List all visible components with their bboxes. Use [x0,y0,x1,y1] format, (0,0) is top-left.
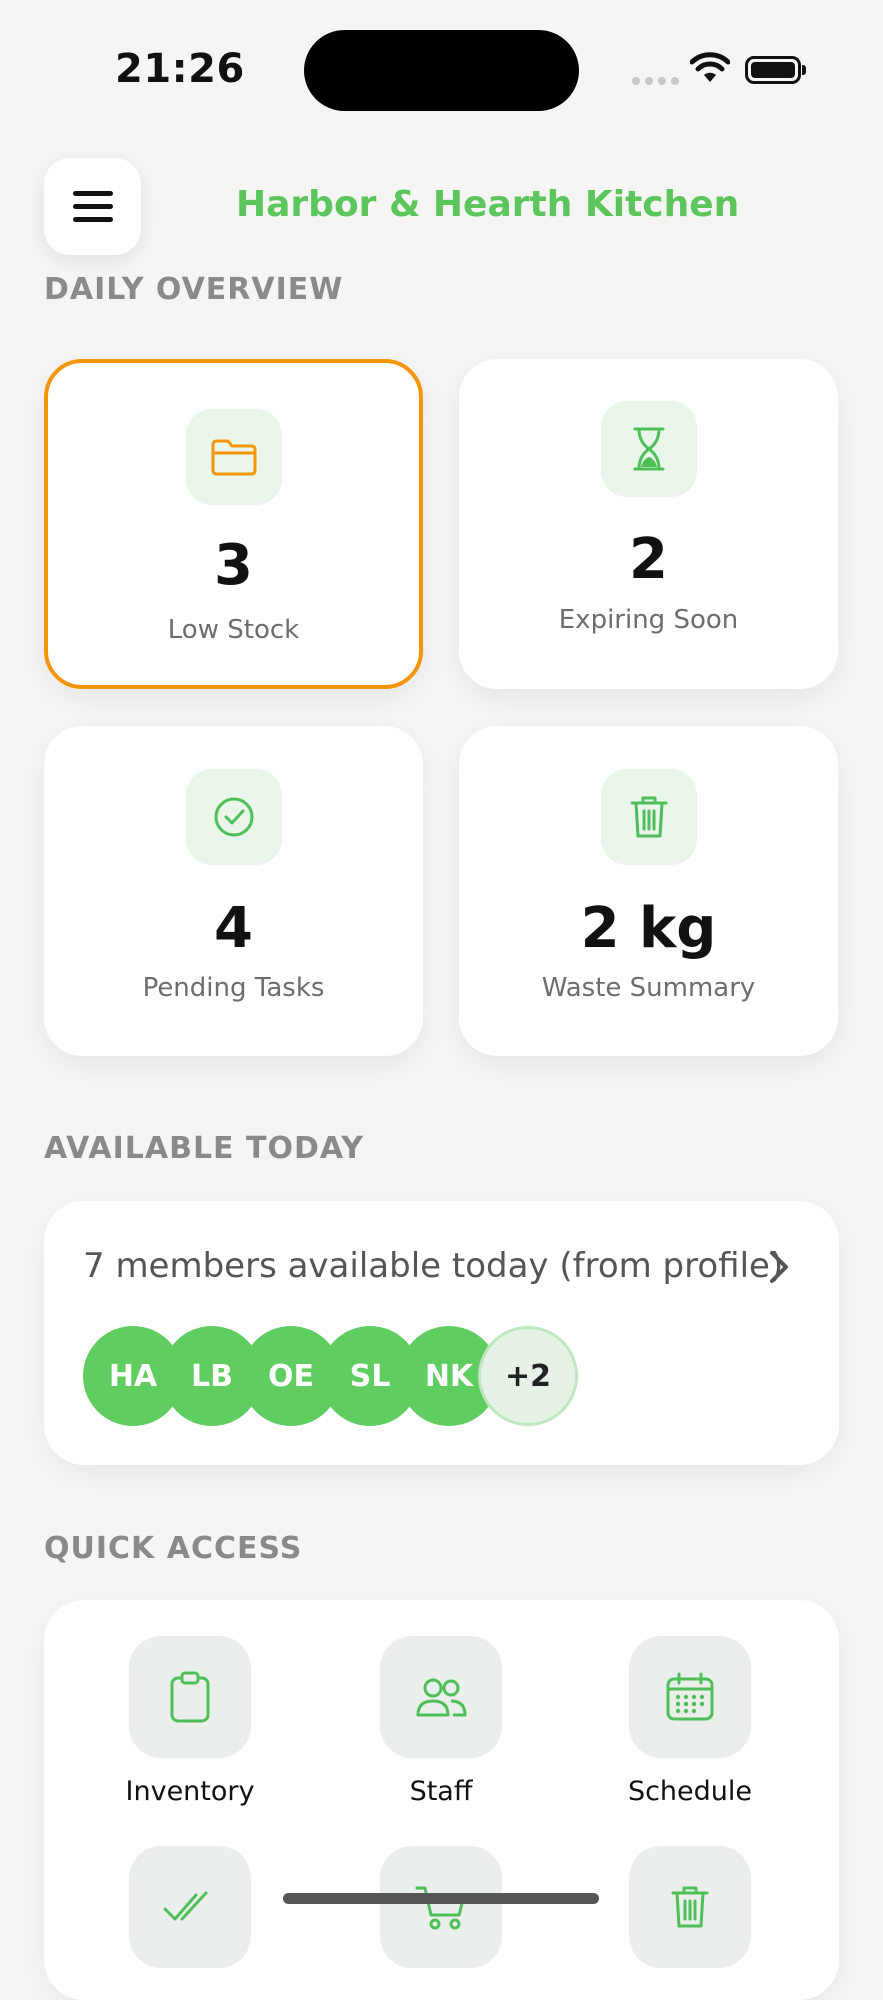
dynamic-island [304,30,579,111]
stat-card-low-stock[interactable]: 3 Low Stock [44,359,423,689]
avatar-overflow-count[interactable]: +2 [478,1326,578,1426]
folder-icon [185,409,282,505]
people-icon [380,1636,502,1758]
quick-access-label: Staff [409,1776,473,1807]
stat-label: Waste Summary [541,973,756,1003]
stat-value: 2 [629,527,668,592]
quick-access-inventory[interactable]: Inventory [100,1636,280,1807]
home-indicator[interactable] [283,1893,599,1904]
check-circle-icon [185,769,282,865]
stat-value: 2 kg [580,896,717,961]
trash-icon [629,1846,751,1968]
double-check-icon [129,1846,251,1968]
status-time: 21:26 [115,46,245,92]
stat-card-waste-summary[interactable]: 2 kg Waste Summary [459,726,838,1056]
chevron-right-icon[interactable] [762,1245,796,1289]
quick-access-schedule[interactable]: Schedule [600,1636,780,1807]
hamburger-menu-icon [72,187,113,226]
stat-label: Low Stock [167,615,300,645]
quick-access-tasks[interactable] [100,1846,280,1968]
stat-card-pending-tasks[interactable]: 4 Pending Tasks [44,726,423,1056]
section-label-available-today: AVAILABLE TODAY [44,1131,364,1166]
stat-value: 4 [214,896,253,961]
quick-access-card: Inventory Staff Schedule [44,1600,839,2000]
cellular-signal-icon [632,77,679,85]
menu-button[interactable] [44,158,141,255]
cart-icon [380,1846,502,1968]
quick-access-staff[interactable]: Staff [351,1636,531,1807]
section-label-daily-overview: DAILY OVERVIEW [44,272,344,307]
quick-access-label: Inventory [125,1776,255,1807]
availability-summary: 7 members available today (from profile) [83,1246,784,1286]
battery-nub [802,65,806,75]
trash-icon [600,769,697,865]
wifi-icon [690,52,730,82]
stat-value: 3 [214,533,253,598]
available-today-card[interactable]: 7 members available today (from profile)… [44,1201,839,1465]
clipboard-icon [129,1636,251,1758]
quick-access-waste[interactable] [600,1846,780,1968]
app-title: Harbor & Hearth Kitchen [236,184,740,225]
stat-label: Pending Tasks [142,973,325,1003]
hourglass-icon [600,401,697,497]
stat-label: Expiring Soon [558,605,739,635]
quick-access-orders[interactable] [351,1846,531,1968]
stat-card-expiring-soon[interactable]: 2 Expiring Soon [459,359,838,689]
calendar-icon [629,1636,751,1758]
quick-access-label: Schedule [627,1776,753,1807]
section-label-quick-access: QUICK ACCESS [44,1531,303,1566]
battery-icon [745,56,801,84]
